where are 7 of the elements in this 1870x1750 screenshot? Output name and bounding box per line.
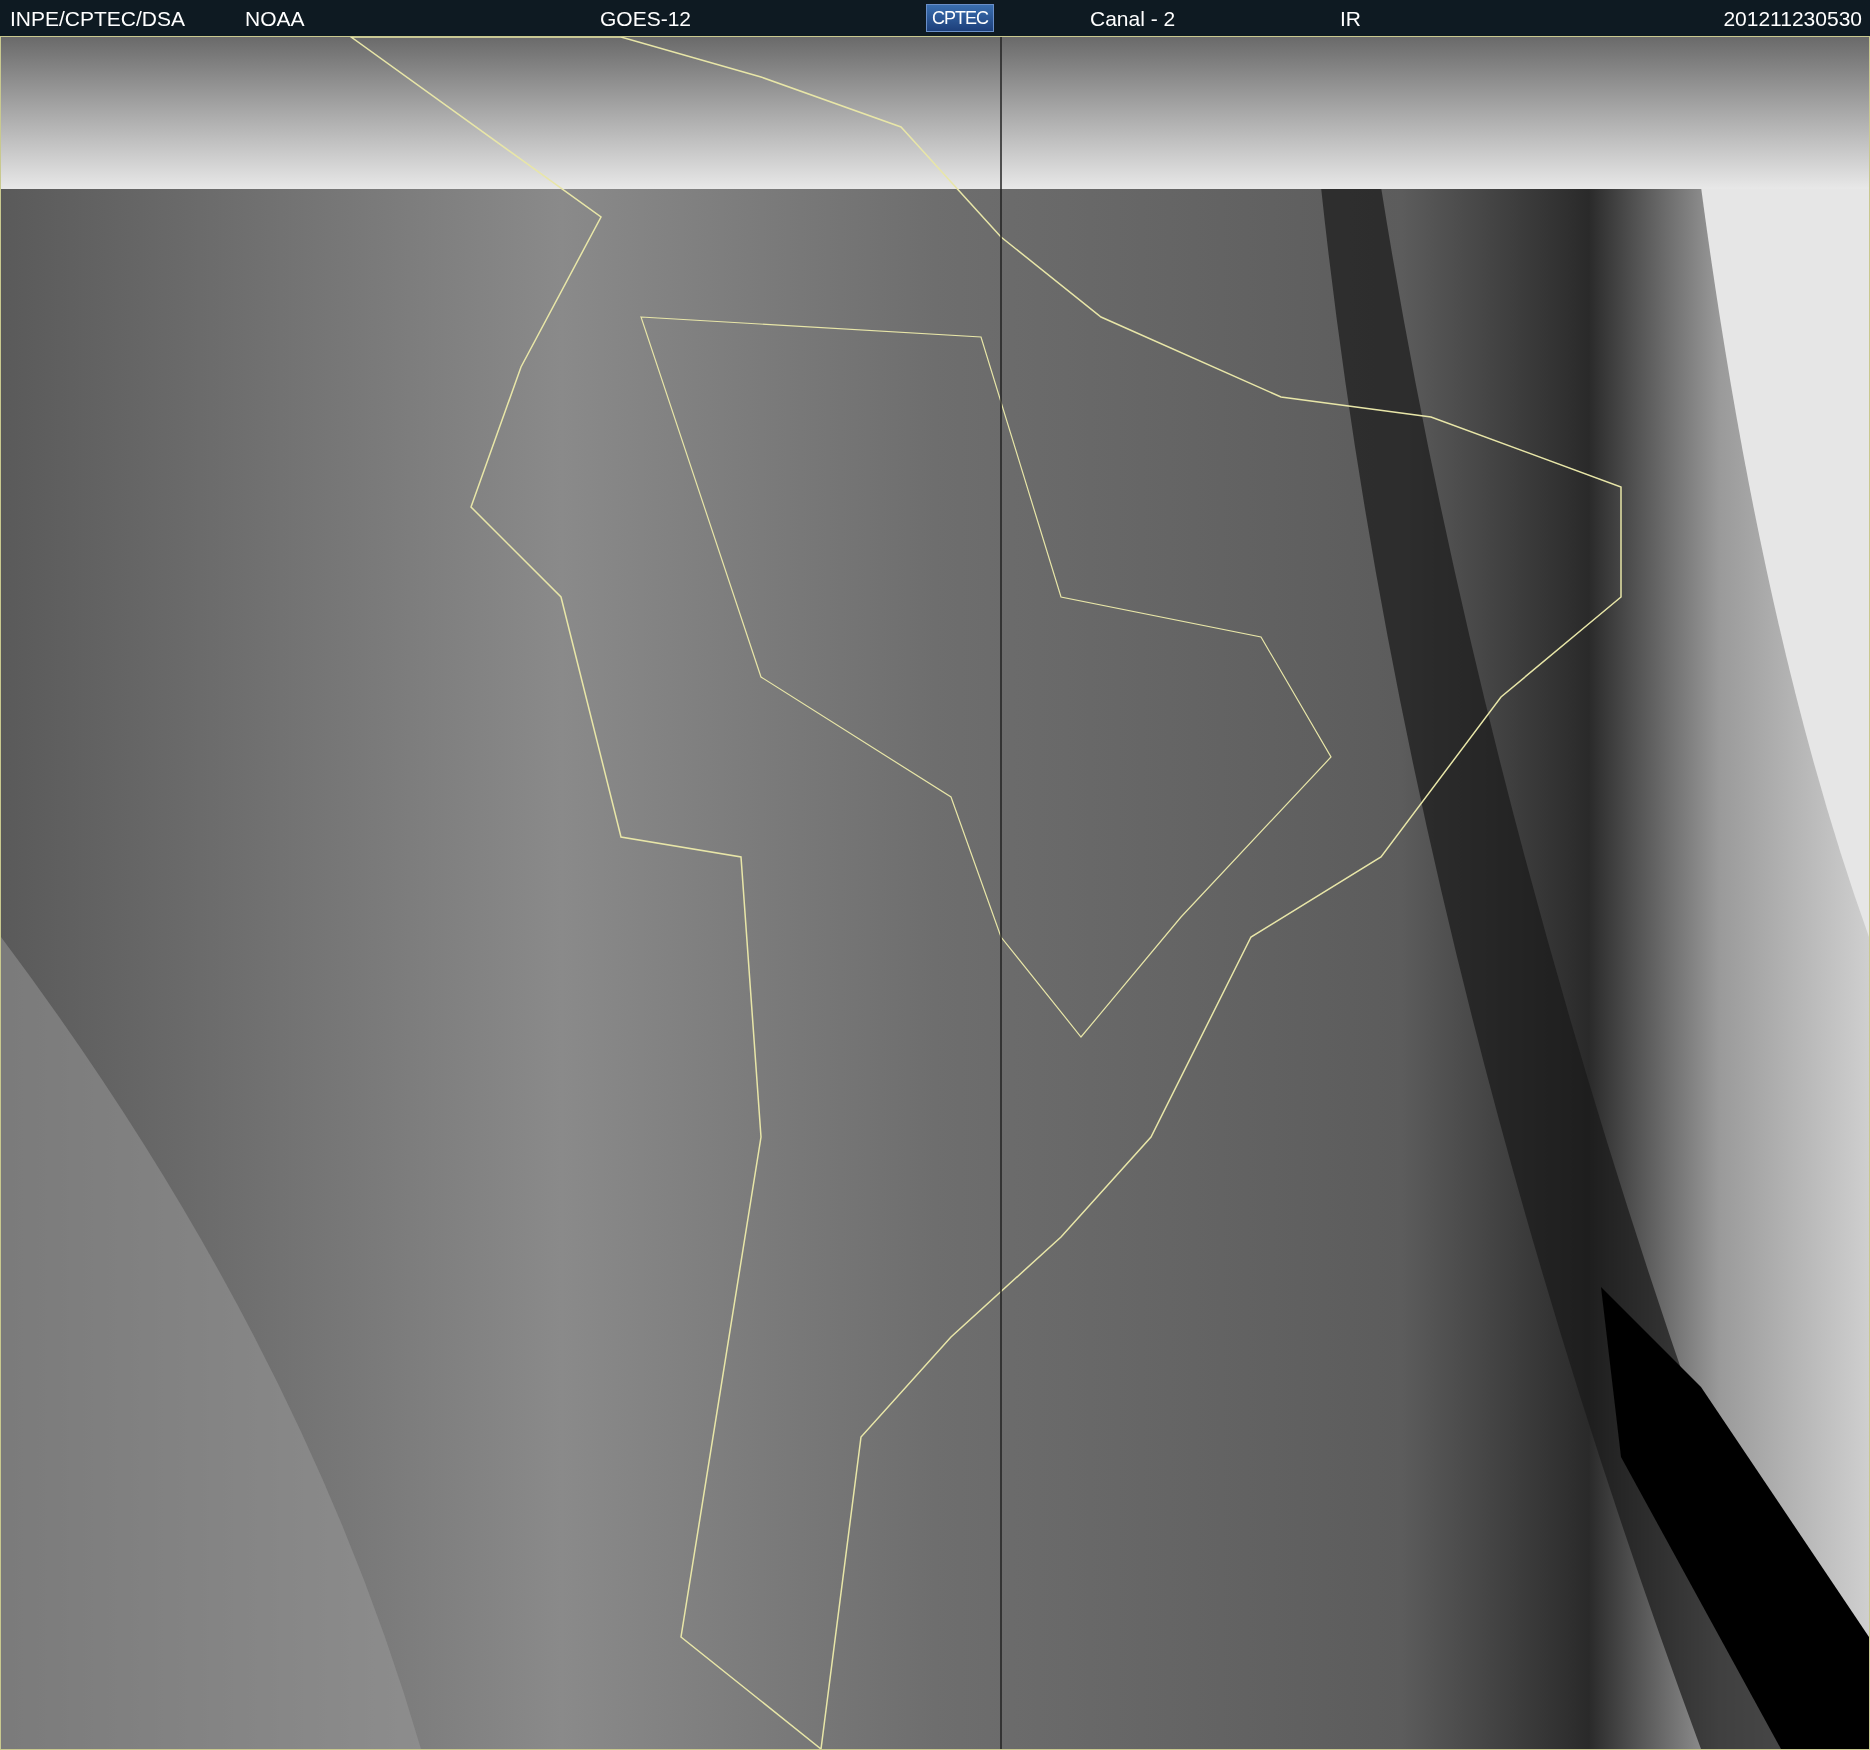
channel-label: Canal - 2 xyxy=(1090,7,1177,29)
source-label: INPE/CPTEC/DSA xyxy=(10,7,187,29)
band-label: IR xyxy=(1340,7,1362,29)
agency-label: NOAA xyxy=(245,7,306,29)
timestamp-label: 201211230530 xyxy=(1722,7,1862,29)
logo: CPTEC xyxy=(926,4,994,32)
satellite-label: GOES-12 xyxy=(600,7,693,29)
